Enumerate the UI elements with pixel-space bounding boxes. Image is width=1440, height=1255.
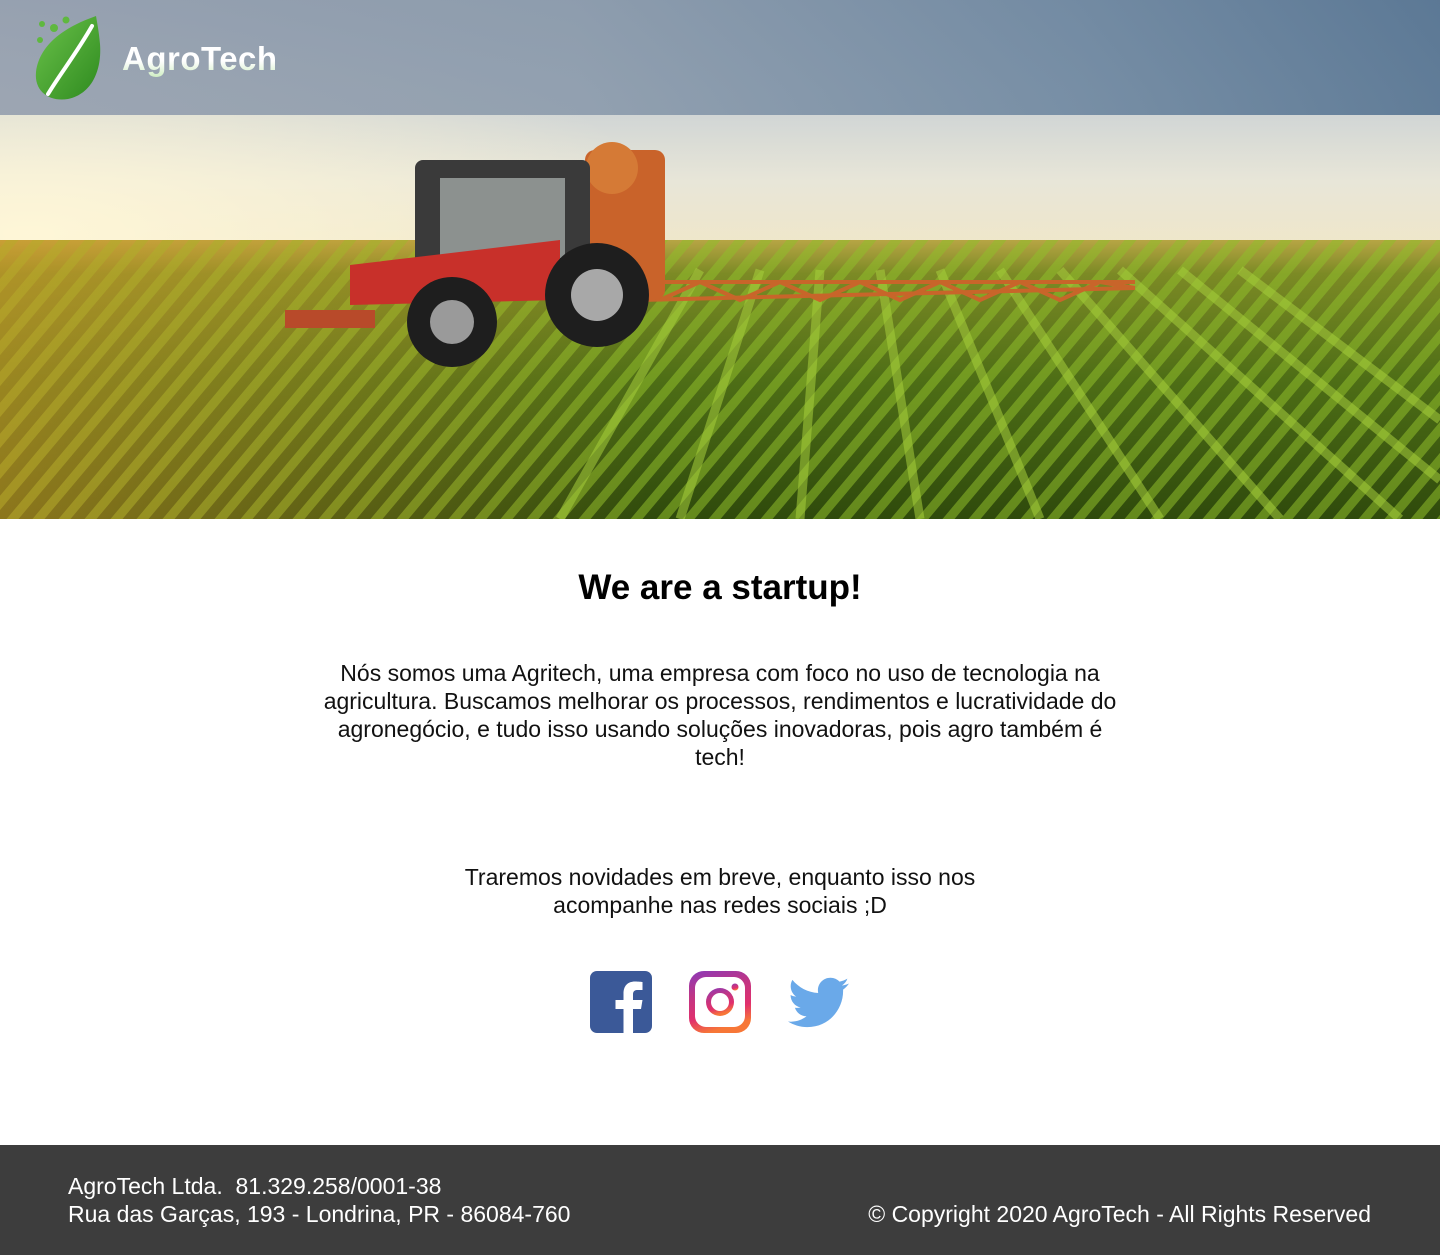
hero-banner: AgroTech (0, 0, 1440, 519)
facebook-link[interactable] (590, 971, 652, 1033)
page-title: We are a startup! (578, 568, 862, 607)
page: AgroTech We are a startup! Nós somos uma… (0, 0, 1440, 1255)
brand-name[interactable]: AgroTech (122, 40, 278, 78)
footer: AgroTech Ltda. 81.329.258/0001-38 Rua da… (0, 1145, 1440, 1255)
instagram-icon (689, 971, 751, 1033)
footer-address-line: Rua das Garças, 193 - Londrina, PR - 860… (68, 1201, 571, 1227)
teaser-paragraph: Traremos novidades em breve, enquanto is… (464, 864, 976, 918)
twitter-link[interactable] (788, 971, 850, 1033)
twitter-icon (788, 977, 849, 1028)
footer-copyright: © Copyright 2020 AgroTech - All Rights R… (868, 1201, 1371, 1227)
footer-company-line: AgroTech Ltda. 81.329.258/0001-38 (68, 1173, 442, 1199)
leaf-icon[interactable] (34, 14, 104, 102)
instagram-link[interactable] (689, 971, 751, 1033)
intro-paragraph: Nós somos uma Agritech, uma empresa com … (323, 660, 1117, 770)
facebook-icon (590, 971, 652, 1033)
footer-company-info: AgroTech Ltda. 81.329.258/0001-38 Rua da… (68, 1172, 570, 1228)
